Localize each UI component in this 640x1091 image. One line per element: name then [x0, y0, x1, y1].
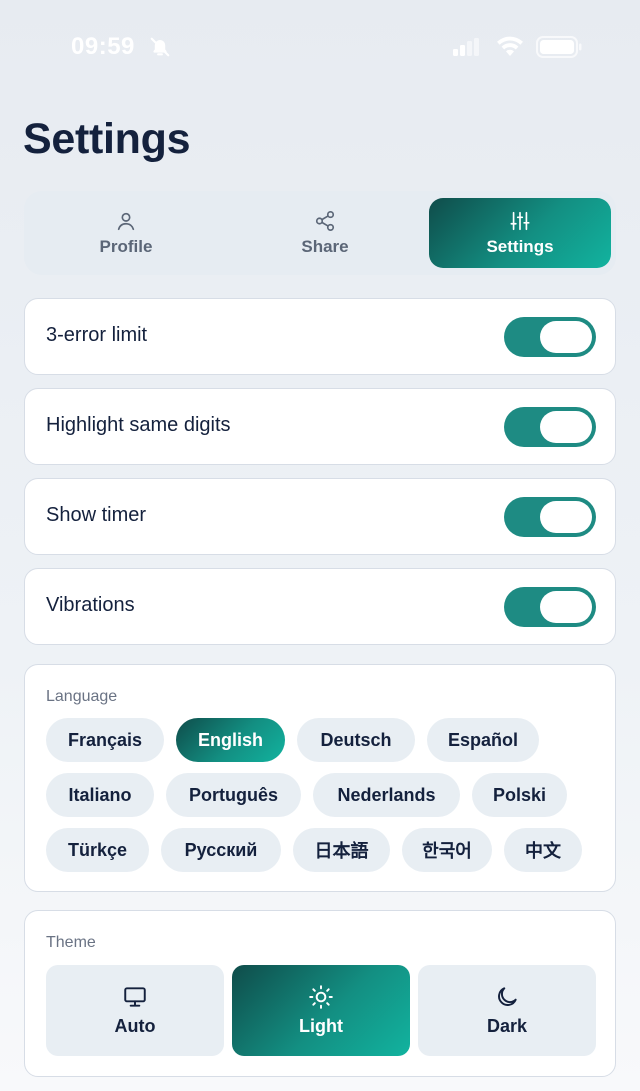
language-chip-portugues[interactable]: Português [166, 773, 301, 817]
signal-icon [453, 38, 479, 56]
switch-knob [540, 501, 592, 533]
bell-off-icon [150, 37, 170, 57]
page-title: Settings [23, 115, 191, 163]
toggle-label: 3-error limit [46, 324, 148, 346]
toggle-label: Highlight same digits [46, 414, 231, 436]
tab-share[interactable]: Share [234, 198, 416, 268]
language-card: Language Français English Deutsch Españo… [24, 664, 616, 892]
show-timer-switch[interactable] [504, 497, 596, 537]
switch-knob [540, 591, 592, 623]
theme-auto-button[interactable]: Auto [46, 965, 224, 1056]
status-bar: 09:59 [0, 0, 640, 95]
theme-light-label: Light [299, 1016, 343, 1036]
highlight-digits-switch[interactable] [504, 407, 596, 447]
share-icon [315, 210, 335, 231]
toggle-row-highlight-digits: Highlight same digits [24, 388, 616, 465]
tab-share-label: Share [301, 236, 349, 256]
toggle-row-vibrations: Vibrations [24, 568, 616, 645]
tab-profile-label: Profile [99, 236, 153, 256]
theme-card: Theme Auto Light Dark [24, 910, 616, 1077]
language-chip-nederlands[interactable]: Nederlands [313, 773, 460, 817]
moon-icon [498, 987, 517, 1006]
language-chip-korean[interactable]: 한국어 [402, 828, 492, 872]
language-chip-deutsch[interactable]: Deutsch [297, 718, 415, 762]
language-chip-espanol[interactable]: Español [427, 718, 539, 762]
language-chip-english[interactable]: English [176, 718, 285, 762]
language-chip-chinese[interactable]: 中文 [504, 828, 582, 872]
status-time: 09:59 [71, 33, 135, 60]
language-chip-japanese[interactable]: 日本語 [293, 828, 390, 872]
language-chip-italiano[interactable]: Italiano [46, 773, 154, 817]
switch-knob [540, 411, 592, 443]
theme-auto-label: Auto [114, 1016, 156, 1036]
wifi-icon [497, 36, 523, 56]
sliders-icon [510, 211, 530, 230]
toggle-label: Show timer [46, 504, 147, 526]
user-icon [117, 212, 135, 230]
toggle-row-show-timer: Show timer [24, 478, 616, 555]
monitor-icon [124, 987, 146, 1007]
language-chip-turkce[interactable]: Türkçe [46, 828, 149, 872]
vibrations-switch[interactable] [504, 587, 596, 627]
tab-profile[interactable]: Profile [35, 198, 217, 268]
battery-icon [536, 36, 582, 58]
toggle-label: Vibrations [46, 594, 135, 616]
switch-knob [540, 321, 592, 353]
language-chip-russian[interactable]: Русский [161, 828, 281, 872]
theme-light-button[interactable]: Light [232, 965, 410, 1056]
error-limit-switch[interactable] [504, 317, 596, 357]
theme-dark-button[interactable]: Dark [418, 965, 596, 1056]
toggle-row-error-limit: 3-error limit [24, 298, 616, 375]
language-chip-francais[interactable]: Français [46, 718, 164, 762]
theme-label: Theme [46, 934, 96, 951]
language-label: Language [46, 688, 118, 705]
tab-bar: Profile Share Settings [24, 191, 616, 275]
tab-settings[interactable]: Settings [429, 198, 611, 268]
language-chip-polski[interactable]: Polski [472, 773, 567, 817]
tab-settings-label: Settings [486, 236, 554, 256]
theme-dark-label: Dark [486, 1016, 528, 1036]
sun-icon [309, 985, 333, 1009]
